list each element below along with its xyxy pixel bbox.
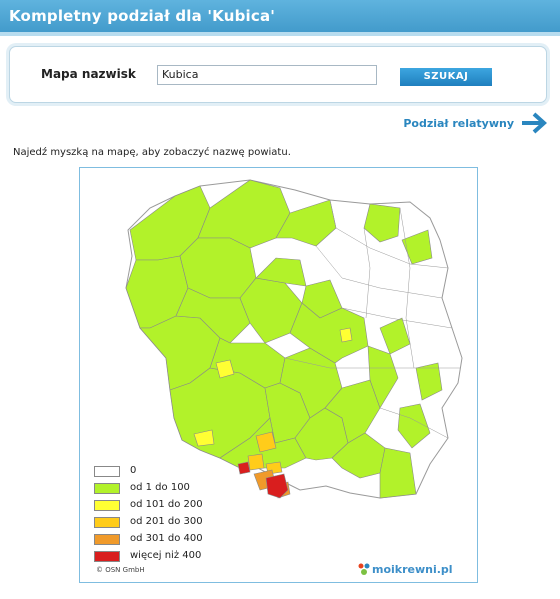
page-title: Kompletny podział dla 'Kubica' (9, 7, 276, 25)
legend-label: od 201 do 300 (130, 516, 203, 527)
search-label: Mapa nazwisk (41, 67, 136, 81)
search-panel: Mapa nazwisk Kubica SZUKAJ (9, 46, 547, 103)
legend-label: 0 (130, 465, 137, 476)
legend-swatch (94, 483, 120, 494)
relative-distribution-link[interactable]: Podział relatywny (403, 117, 514, 130)
arrow-right-icon[interactable] (520, 111, 548, 135)
header-stripe (0, 32, 560, 36)
legend-label: więcej niż 400 (130, 550, 202, 561)
legend-label: od 301 do 400 (130, 533, 203, 544)
search-button[interactable]: SZUKAJ (400, 68, 492, 86)
legend-swatch (94, 551, 120, 562)
surname-input[interactable]: Kubica (157, 65, 377, 85)
legend-label: od 1 do 100 (130, 482, 190, 493)
page-header: Kompletny podział dla 'Kubica' (0, 0, 560, 36)
map-hint-text: Najedź myszką na mapę, aby zobaczyć nazw… (13, 147, 291, 158)
map-frame: 0 od 1 do 100 od 101 do 200 od 201 do 30… (79, 167, 478, 583)
legend-swatch (94, 466, 120, 477)
legend-swatch (94, 534, 120, 545)
brand-logo[interactable]: moikrewni.pl (372, 563, 453, 576)
copyright-text: © OSN GmbH (96, 566, 145, 574)
legend-swatch (94, 517, 120, 528)
legend-swatch (94, 500, 120, 511)
moikrewni-logo-icon (358, 563, 370, 575)
legend-label: od 101 do 200 (130, 499, 203, 510)
